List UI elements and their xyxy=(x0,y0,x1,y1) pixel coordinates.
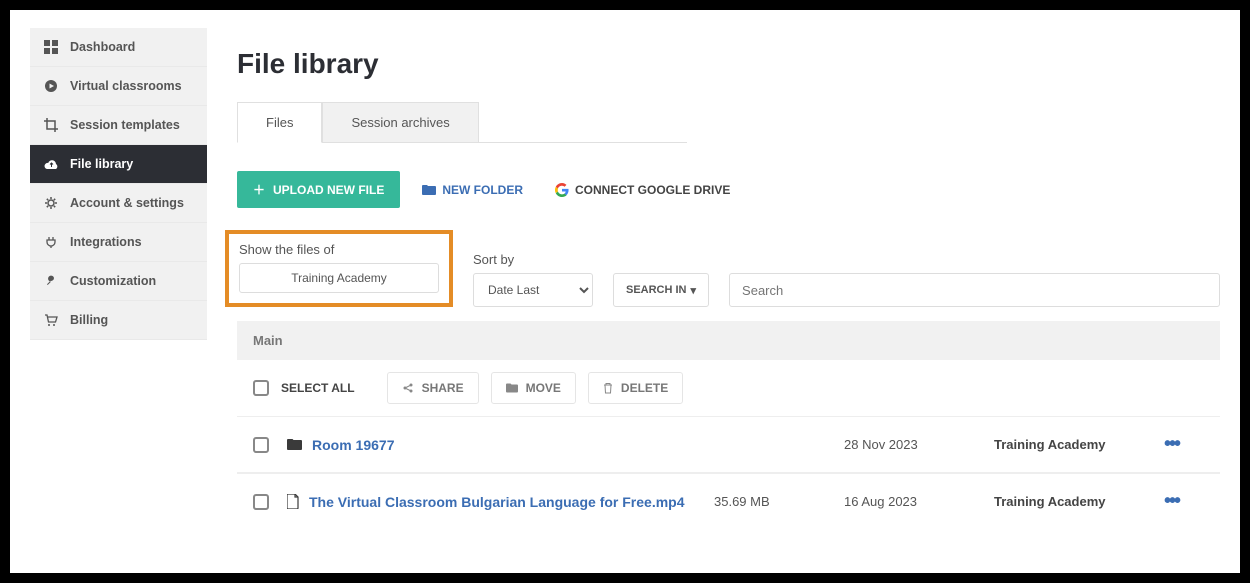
gear-icon xyxy=(42,196,60,210)
button-label: SHARE xyxy=(422,381,464,395)
google-icon xyxy=(555,183,569,197)
tab-label: Files xyxy=(266,115,293,130)
wrench-icon xyxy=(42,274,60,288)
tab-files[interactable]: Files xyxy=(237,102,322,143)
show-files-label: Show the files of xyxy=(239,242,439,257)
filter-row: Show the files of Training Academy Sort … xyxy=(237,230,1220,307)
sidebar-item-virtual-classrooms[interactable]: Virtual classrooms xyxy=(30,67,207,106)
sidebar-item-label: Customization xyxy=(70,274,156,288)
show-files-of-highlight: Show the files of Training Academy xyxy=(225,230,453,307)
sidebar-item-label: Account & settings xyxy=(70,196,184,210)
tab-label: Session archives xyxy=(351,115,449,130)
row-owner: Training Academy xyxy=(994,494,1164,509)
cloud-upload-icon xyxy=(42,158,60,170)
grid-icon xyxy=(42,40,60,54)
folder-icon xyxy=(422,184,436,196)
caret-down-icon: ▾ xyxy=(691,284,697,297)
sidebar-item-label: Integrations xyxy=(70,235,142,249)
sidebar-item-billing[interactable]: Billing xyxy=(30,301,207,340)
sidebar-item-session-templates[interactable]: Session templates xyxy=(30,106,207,145)
row-date: 28 Nov 2023 xyxy=(844,437,994,452)
sidebar-item-account-settings[interactable]: Account & settings xyxy=(30,184,207,223)
action-bar: ＋ UPLOAD NEW FILE NEW FOLDER CONNECT GOO… xyxy=(237,171,1220,208)
crop-icon xyxy=(42,118,60,132)
sidebar-item-customization[interactable]: Customization xyxy=(30,262,207,301)
button-label: DELETE xyxy=(621,381,668,395)
sidebar-item-dashboard[interactable]: Dashboard xyxy=(30,28,207,67)
file-icon xyxy=(287,494,299,509)
move-button[interactable]: MOVE xyxy=(491,372,576,404)
row-checkbox[interactable] xyxy=(253,437,269,453)
cart-icon xyxy=(42,313,60,327)
plug-icon xyxy=(42,235,60,249)
breadcrumb-label: Main xyxy=(253,333,283,348)
row-name-link[interactable]: The Virtual Classroom Bulgarian Language… xyxy=(309,494,685,510)
connect-google-drive-button[interactable]: CONNECT GOOGLE DRIVE xyxy=(545,175,740,205)
folder-icon xyxy=(287,438,302,451)
tab-session-archives[interactable]: Session archives xyxy=(322,102,478,142)
select-all-checkbox[interactable] xyxy=(253,380,269,396)
page-title: File library xyxy=(237,48,1220,80)
select-all-label: SELECT ALL xyxy=(281,381,355,395)
search-input[interactable] xyxy=(729,273,1220,307)
play-circle-icon xyxy=(42,79,60,93)
delete-button[interactable]: DELETE xyxy=(588,372,683,404)
share-button[interactable]: SHARE xyxy=(387,372,479,404)
search-in-button[interactable]: SEARCH IN ▾ xyxy=(613,273,709,307)
sidebar-item-label: Virtual classrooms xyxy=(70,79,182,93)
sort-by-select[interactable]: Date Last xyxy=(473,273,593,307)
button-label: NEW FOLDER xyxy=(442,183,523,197)
row-date: 16 Aug 2023 xyxy=(844,494,994,509)
breadcrumb[interactable]: Main xyxy=(237,321,1220,360)
trash-icon xyxy=(603,382,613,394)
row-actions-menu[interactable]: ••• xyxy=(1164,433,1204,456)
sort-by-label: Sort by xyxy=(473,252,593,267)
row-checkbox[interactable] xyxy=(253,494,269,510)
button-label: UPLOAD NEW FILE xyxy=(273,183,384,197)
sidebar-item-label: File library xyxy=(70,157,133,171)
button-label: CONNECT GOOGLE DRIVE xyxy=(575,183,730,197)
sidebar-item-integrations[interactable]: Integrations xyxy=(30,223,207,262)
tabs: Files Session archives xyxy=(237,102,687,143)
share-icon xyxy=(402,382,414,394)
row-name-link[interactable]: Room 19677 xyxy=(312,437,394,453)
sidebar-item-file-library[interactable]: File library xyxy=(30,145,207,184)
sidebar-item-label: Session templates xyxy=(70,118,180,132)
bulk-actions: SELECT ALL SHARE MOVE DELETE xyxy=(237,360,1220,416)
show-files-select[interactable]: Training Academy xyxy=(239,263,439,293)
main-content: File library Files Session archives ＋ UP… xyxy=(207,28,1220,555)
sidebar-item-label: Billing xyxy=(70,313,108,327)
plus-icon: ＋ xyxy=(253,181,265,198)
table-row: The Virtual Classroom Bulgarian Language… xyxy=(237,473,1220,529)
button-label: SEARCH IN xyxy=(626,284,687,296)
new-folder-button[interactable]: NEW FOLDER xyxy=(412,175,533,205)
button-label: MOVE xyxy=(526,381,561,395)
select-value: Training Academy xyxy=(291,271,387,285)
row-actions-menu[interactable]: ••• xyxy=(1164,490,1204,513)
upload-new-file-button[interactable]: ＋ UPLOAD NEW FILE xyxy=(237,171,400,208)
sidebar-item-label: Dashboard xyxy=(70,40,135,54)
folder-icon xyxy=(506,383,518,393)
table-row: Room 19677 28 Nov 2023 Training Academy … xyxy=(237,416,1220,473)
sidebar: Dashboard Virtual classrooms Session tem… xyxy=(30,28,207,555)
row-owner: Training Academy xyxy=(994,437,1164,452)
row-size: 35.69 MB xyxy=(714,494,844,509)
